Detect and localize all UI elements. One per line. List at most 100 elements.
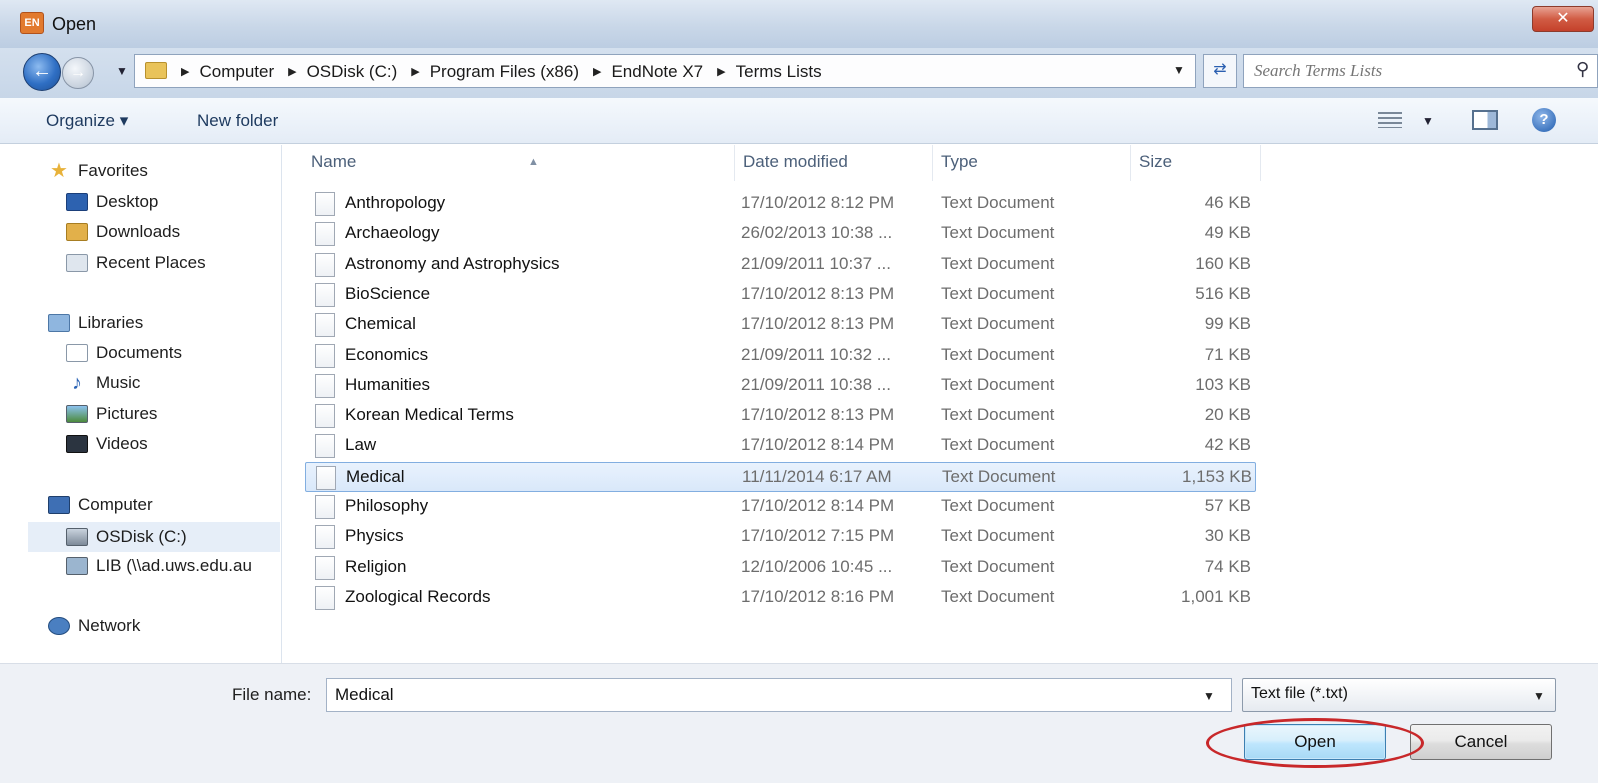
text-document-icon (315, 495, 335, 519)
nav-computer-label: Computer (78, 495, 153, 514)
date-modified-cell: 17/10/2012 8:16 PM (741, 586, 895, 606)
size-cell: 1,001 KB (1181, 586, 1251, 606)
search-input[interactable] (1254, 61, 1554, 81)
chevron-right-icon[interactable]: ▶ (717, 65, 725, 82)
breadcrumb-program-files[interactable]: Program Files (x86) (430, 62, 579, 82)
nav-favorites[interactable]: ★ Favorites (48, 161, 148, 181)
column-header-size[interactable]: Size (1131, 145, 1261, 181)
nav-videos[interactable]: Videos (66, 434, 148, 454)
nav-desktop-label: Desktop (96, 192, 159, 211)
text-document-icon (315, 373, 335, 398)
nav-desktop[interactable]: Desktop (66, 192, 158, 212)
chevron-down-icon[interactable]: ▼ (1533, 689, 1545, 703)
nav-music[interactable]: ♪ Music (66, 373, 140, 393)
new-folder-button[interactable]: New folder (197, 111, 278, 131)
table-row[interactable]: Physics 17/10/2012 7:15 PM Text Document 30… (305, 522, 1256, 552)
type-cell: Text Document (941, 344, 1055, 364)
endnote-app-icon: EN (20, 12, 44, 34)
table-row[interactable]: Humanities 21/09/2011 10:38 ... Text Docum… (305, 371, 1256, 401)
nav-network[interactable]: Network (48, 616, 140, 636)
chevron-right-icon[interactable]: ▶ (288, 65, 296, 82)
organize-button[interactable]: Organize ▾ (46, 111, 128, 131)
videos-icon (66, 435, 88, 453)
nav-osdisk[interactable]: OSDisk (C:) (28, 522, 280, 552)
recent-places-icon (66, 254, 88, 272)
table-row[interactable]: Religion 12/10/2006 10:45 ... Text Documen… (305, 553, 1256, 583)
file-name-cell: Humanities (345, 374, 431, 394)
network-drive-icon (66, 557, 88, 575)
table-row[interactable]: Medical 11/11/2014 6:17 AM Text Document 1,… (305, 461, 1256, 492)
type-cell: Text Document (941, 405, 1055, 425)
type-cell: Text Document (941, 496, 1055, 515)
file-name-field[interactable] (335, 685, 1185, 705)
size-cell: 20 KB (1204, 405, 1251, 425)
type-cell: Text Document (941, 223, 1055, 243)
nav-libraries-label: Libraries (78, 313, 144, 332)
file-name-dropdown-arrow[interactable]: ▼ (1203, 689, 1215, 703)
file-name-cell: Chemical (345, 314, 416, 334)
file-name-combobox[interactable]: ▼ (326, 678, 1232, 712)
star-icon: ★ (50, 160, 68, 182)
nav-pictures[interactable]: Pictures (66, 404, 157, 424)
refresh-button[interactable]: ⇄ (1203, 54, 1237, 88)
help-icon[interactable]: ? (1532, 108, 1556, 132)
breadcrumb-endnote[interactable]: EndNote X7 (611, 62, 703, 82)
table-row[interactable]: BioScience 17/10/2012 8:13 PM Text Documen… (305, 280, 1256, 310)
column-header-date[interactable]: Date modified (735, 145, 933, 181)
breadcrumb-terms-lists[interactable]: Terms Lists (736, 62, 822, 82)
table-row[interactable]: Chemical 17/10/2012 8:13 PM Text Document 9… (305, 310, 1256, 340)
nav-libraries[interactable]: Libraries (48, 313, 143, 333)
date-modified-cell: 17/10/2012 8:13 PM (741, 405, 895, 425)
nav-computer[interactable]: Computer (48, 495, 153, 515)
breadcrumb-osdisk[interactable]: OSDisk (C:) (307, 62, 398, 82)
table-row[interactable]: Economics 21/09/2011 10:32 ... Text Docume… (305, 341, 1256, 371)
column-header-type[interactable]: Type (933, 145, 1131, 181)
close-button[interactable]: ✕ (1532, 6, 1594, 32)
table-row[interactable]: Astronomy and Astrophysics 21/09/2011 10:… (305, 250, 1256, 280)
table-row[interactable]: Philosophy 17/10/2012 8:14 PM Text Documen… (305, 492, 1256, 522)
type-cell: Text Document (941, 193, 1055, 212)
type-cell: Text Document (941, 435, 1055, 455)
recent-pages-dropdown[interactable]: ▼ (116, 64, 128, 78)
type-cell: Text Document (941, 586, 1055, 606)
nav-downloads[interactable]: Downloads (66, 222, 180, 242)
file-name-cell: BioScience (345, 283, 431, 303)
chevron-right-icon[interactable]: ▶ (593, 65, 601, 82)
text-document-icon (315, 525, 335, 550)
cancel-button[interactable]: Cancel (1410, 724, 1552, 760)
nav-lib-network-drive[interactable]: LIB (\\ad.uws.edu.au (66, 556, 280, 576)
nav-documents[interactable]: Documents (66, 343, 182, 363)
size-cell: 516 KB (1195, 283, 1251, 303)
drive-icon (66, 528, 88, 546)
forward-button[interactable]: → (62, 57, 94, 89)
date-modified-cell: 17/10/2012 8:13 PM (741, 314, 895, 334)
column-header-name[interactable]: Name ▲ (303, 145, 735, 181)
table-row[interactable]: Zoological Records 17/10/2012 8:16 PM Text… (305, 583, 1256, 613)
chevron-right-icon[interactable]: ▶ (411, 65, 419, 82)
view-options-dropdown[interactable]: ▼ (1422, 114, 1434, 128)
table-row[interactable]: Archaeology 26/02/2013 10:38 ... Text Docu… (305, 219, 1256, 249)
address-bar[interactable]: ▶ Computer ▶ OSDisk (C:) ▶ Program Files… (134, 54, 1196, 88)
search-icon[interactable]: ⚲ (1576, 59, 1589, 80)
nav-recent-places[interactable]: Recent Places (66, 253, 206, 273)
address-history-dropdown[interactable]: ▼ (1173, 63, 1185, 77)
type-cell: Text Document (941, 283, 1055, 303)
type-cell: Text Document (941, 253, 1055, 273)
file-type-select[interactable]: Text file (*.txt) ▼ (1242, 678, 1556, 712)
search-box[interactable]: ⚲ (1243, 54, 1598, 88)
preview-pane-icon[interactable] (1472, 110, 1498, 130)
breadcrumb-computer[interactable]: Computer (199, 62, 274, 82)
text-document-icon (315, 555, 335, 580)
table-row[interactable]: Korean Medical Terms 17/10/2012 8:13 PM Te… (305, 401, 1256, 431)
change-view-icon[interactable] (1378, 112, 1402, 128)
nav-videos-label: Videos (96, 434, 148, 453)
date-modified-cell: 21/09/2011 10:38 ... (741, 374, 891, 394)
nav-documents-label: Documents (96, 343, 182, 362)
chevron-right-icon[interactable]: ▶ (181, 65, 189, 82)
text-document-icon (315, 585, 335, 610)
table-row[interactable]: Anthropology 17/10/2012 8:12 PM Text Docum… (305, 189, 1256, 219)
size-cell: 42 KB (1204, 435, 1251, 455)
file-list: Name ▲ Date modified Type Size Anthropol… (283, 145, 1598, 663)
back-button[interactable]: ← (23, 53, 61, 91)
table-row[interactable]: Law 17/10/2012 8:14 PM Text Document 42 KB (305, 431, 1256, 461)
